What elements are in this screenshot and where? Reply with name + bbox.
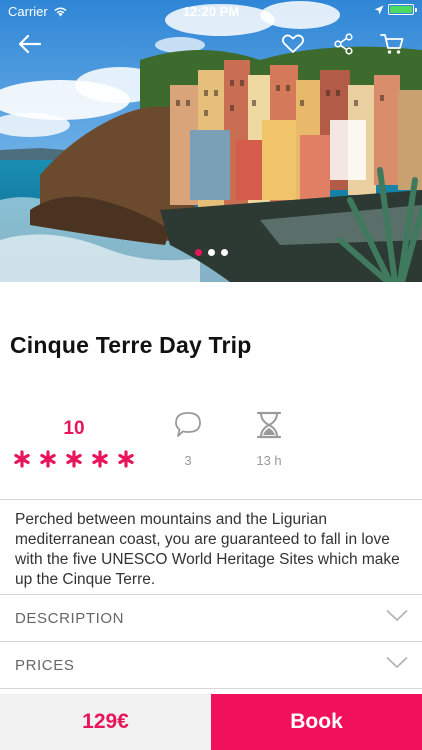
- comments-stat[interactable]: 3: [163, 410, 213, 468]
- chevron-down-icon: [386, 610, 408, 621]
- rating-block: 10: [10, 408, 138, 468]
- chevron-down-icon: [386, 657, 408, 668]
- duration-value: 13 h: [256, 453, 282, 468]
- divider: [0, 688, 422, 689]
- section-label-description: DESCRIPTION: [15, 610, 125, 627]
- gallery-dot-1[interactable]: [194, 249, 202, 256]
- star-icon: [92, 450, 108, 468]
- book-button[interactable]: Book: [211, 694, 422, 750]
- status-time: 12:20 PM: [182, 4, 240, 19]
- back-button[interactable]: [14, 28, 46, 60]
- section-label-prices: PRICES: [15, 657, 75, 674]
- status-right: [374, 4, 417, 15]
- star-icon: [118, 450, 134, 468]
- divider: [0, 499, 422, 500]
- price-label: 129€: [0, 694, 211, 750]
- gallery-pagination[interactable]: [0, 249, 422, 256]
- share-icon: [334, 33, 353, 55]
- hero-image[interactable]: Carrier 12:20 PM: [0, 0, 422, 282]
- tour-stats: 10 3 13 h: [0, 408, 422, 478]
- star-icon: [14, 450, 30, 468]
- status-bar: Carrier 12:20 PM: [0, 0, 422, 22]
- cart-icon: [380, 34, 404, 54]
- gallery-dot-3[interactable]: [220, 249, 228, 256]
- gallery-dot-2[interactable]: [207, 249, 215, 256]
- favorite-button[interactable]: [277, 28, 309, 60]
- tour-title: Cinque Terre Day Trip: [10, 332, 252, 358]
- heart-outline-icon: [282, 34, 304, 53]
- speech-bubble-icon: [175, 412, 201, 437]
- rating-score: 10: [63, 418, 85, 439]
- duration-stat: 13 h: [244, 410, 294, 468]
- prices-section-header[interactable]: PRICES: [0, 642, 422, 688]
- cart-button[interactable]: [376, 28, 408, 60]
- arrow-left-icon: [18, 34, 42, 54]
- battery-icon: [388, 4, 417, 15]
- star-icon: [40, 450, 56, 468]
- hourglass-icon: [256, 411, 282, 439]
- location-arrow-icon: [374, 5, 384, 14]
- tour-summary: Perched between mountains and the Liguri…: [15, 511, 400, 588]
- star-icon: [66, 450, 82, 468]
- rating-stars: [10, 450, 138, 468]
- comments-count: 3: [184, 453, 192, 468]
- share-button[interactable]: [328, 28, 360, 60]
- description-section-header[interactable]: DESCRIPTION: [0, 595, 422, 641]
- booking-footer: 129€ Book: [0, 694, 422, 750]
